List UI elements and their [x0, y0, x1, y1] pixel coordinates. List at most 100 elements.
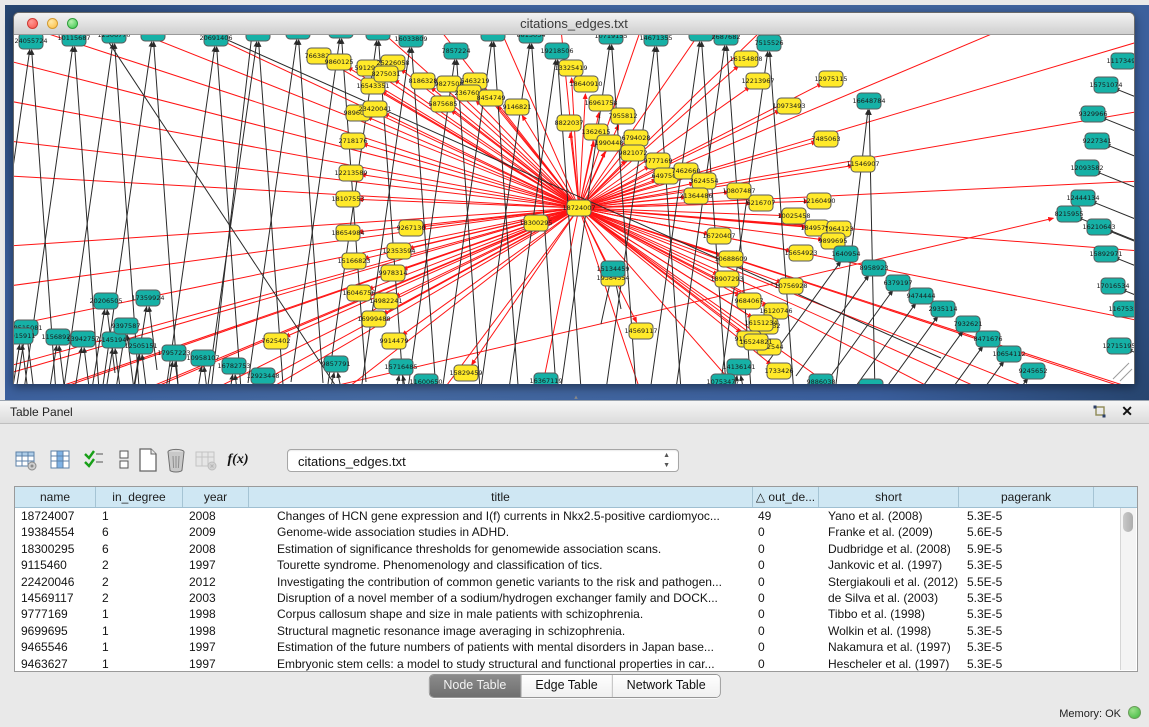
graph-node[interactable]: 9474444 [907, 288, 936, 304]
graph-node[interactable]: 14671355 [639, 35, 672, 46]
cell-outde[interactable]: 0 [753, 623, 819, 639]
memory-status-indicator[interactable] [1128, 706, 1141, 719]
cell-title[interactable]: Investigating the contribution of common… [249, 574, 753, 590]
column-header-indegree[interactable]: in_degree [96, 487, 183, 507]
graph-edge[interactable] [579, 208, 1134, 384]
column-header-year[interactable]: year [183, 487, 249, 507]
cell-short[interactable]: Wolkin et al. (1998) [819, 623, 959, 639]
close-panel-icon[interactable]: ✕ [1121, 403, 1133, 420]
graph-edge[interactable] [299, 40, 323, 383]
graph-node[interactable]: 20691406 [199, 35, 232, 46]
graph-node[interactable]: 9146821 [503, 99, 532, 115]
graph-node[interactable]: 18300295 [519, 215, 552, 231]
cell-pagerank[interactable]: 5.3E-5 [959, 639, 1094, 655]
graph-node[interactable]: 8466160 [479, 35, 508, 41]
graph-node[interactable]: 12444134 [1066, 190, 1099, 206]
graph-node[interactable]: 9914479 [380, 333, 409, 349]
cell-year[interactable]: 1997 [183, 557, 249, 573]
graph-node[interactable]: 10655287 [324, 35, 357, 38]
graph-edge[interactable] [14, 35, 579, 208]
vertical-scrollbar[interactable] [1120, 508, 1136, 670]
cell-year[interactable]: 2008 [183, 508, 249, 524]
graph-node[interactable]: 6379197 [884, 275, 913, 291]
table-row[interactable]: 1938455462009Genome-wide association stu… [15, 524, 1137, 540]
column-header-short[interactable]: short [819, 487, 959, 507]
graph-node[interactable]: 9245652 [1019, 363, 1048, 379]
graph-node[interactable]: 10973493 [772, 98, 805, 114]
graph-node[interactable]: 7857224 [442, 43, 471, 59]
graph-node[interactable]: 7485063 [812, 131, 841, 147]
cell-title[interactable]: Changes of HCN gene expression and I(f) … [249, 508, 753, 524]
graph-node[interactable]: 11546907 [846, 156, 879, 172]
network-canvas[interactable]: 7663822986012559129541654335198960112342… [14, 35, 1134, 384]
cell-indegree[interactable]: 1 [96, 623, 183, 639]
cell-name[interactable]: 9463627 [15, 656, 96, 672]
graph-node[interactable]: 12505151 [124, 338, 157, 354]
cell-outde[interactable]: 0 [753, 541, 819, 557]
graph-node[interactable]: 12506770 [97, 35, 130, 43]
cell-indegree[interactable]: 2 [96, 590, 183, 606]
graph-node[interactable]: 15166823 [337, 253, 370, 269]
graph-node[interactable]: 11600650 [409, 374, 442, 384]
graph-node[interactable]: 13942757 [66, 331, 99, 347]
graph-node[interactable]: 2935114 [929, 301, 958, 317]
graph-node[interactable]: 17016534 [1096, 278, 1129, 294]
table-row[interactable]: 1872400712008Changes of HCN gene express… [15, 508, 1137, 524]
graph-node[interactable]: 13325419 [554, 60, 587, 76]
cell-title[interactable]: Structural magnetic resonance image aver… [249, 623, 753, 639]
column-header-outde[interactable]: △ out_de... [753, 487, 819, 507]
cell-title[interactable]: Corpus callosum shape and size in male p… [249, 606, 753, 622]
cell-name[interactable]: 19384554 [15, 524, 96, 540]
graph-edge[interactable] [100, 349, 113, 384]
cell-indegree[interactable]: 2 [96, 557, 183, 573]
graph-node[interactable]: 11173497 [1106, 53, 1134, 69]
cell-pagerank[interactable]: 5.3E-5 [959, 606, 1094, 622]
graph-node[interactable]: 8958923 [860, 260, 889, 276]
graph-edge[interactable] [59, 346, 67, 384]
graph-edge[interactable] [403, 376, 409, 384]
cell-title[interactable]: Estimation of the future numbers of pati… [249, 639, 753, 655]
network-graph[interactable]: 7663822986012559129541654335198960112342… [14, 35, 1134, 384]
cell-year[interactable]: 2008 [183, 541, 249, 557]
cell-outde[interactable]: 0 [753, 639, 819, 655]
cell-indegree[interactable]: 2 [96, 574, 183, 590]
graph-node[interactable]: 14982241 [369, 293, 402, 309]
graph-edge[interactable] [389, 376, 399, 384]
scrollbar-thumb[interactable] [1123, 512, 1133, 532]
graph-node[interactable]: 18039035 [136, 35, 169, 41]
graph-node[interactable]: 12353594 [382, 243, 415, 259]
function-builder-icon[interactable]: f(x) [224, 446, 252, 474]
graph-edge[interactable] [541, 208, 579, 384]
graph-node[interactable]: 9329966 [1079, 106, 1108, 122]
network-window-titlebar[interactable]: citations_edges.txt [14, 13, 1134, 35]
cell-short[interactable]: Franke et al. (2009) [819, 524, 959, 540]
cell-year[interactable]: 1998 [183, 606, 249, 622]
graph-edge[interactable] [579, 208, 1134, 384]
graph-node[interactable]: 12715195 [1102, 338, 1134, 354]
table-row[interactable]: 946554611997Estimation of the future num… [15, 639, 1137, 655]
cell-short[interactable]: de Silva et al. (2003) [819, 590, 959, 606]
cell-indegree[interactable]: 1 [96, 639, 183, 655]
graph-edge[interactable] [211, 35, 253, 384]
graph-edge[interactable] [189, 367, 202, 384]
graph-node[interactable]: 16210643 [1082, 219, 1115, 235]
graph-node[interactable]: 12213589 [334, 165, 367, 181]
graph-node[interactable]: 10688609 [714, 251, 747, 267]
table-row[interactable]: 977716911998Corpus callosum shape and si… [15, 606, 1137, 622]
graph-node[interactable]: 12923448 [246, 368, 279, 384]
cell-pagerank[interactable]: 5.5E-5 [959, 574, 1094, 590]
graph-node[interactable]: 12160490 [802, 193, 835, 209]
graph-node[interactable]: 16720407 [702, 228, 735, 244]
graph-node[interactable]: 6794028 [622, 130, 651, 146]
graph-edge[interactable] [579, 208, 1134, 384]
cell-outde[interactable]: 0 [753, 557, 819, 573]
graph-node[interactable]: 20057379 [281, 35, 314, 39]
graph-node[interactable]: 18907293 [710, 271, 743, 287]
cell-title[interactable]: Tourette syndrome. Phenomenology and cla… [249, 557, 753, 573]
graph-node[interactable]: 16524821 [739, 334, 772, 350]
graph-node[interactable]: 20206505 [89, 293, 122, 309]
graph-node[interactable]: 23420041 [358, 101, 391, 117]
delete-rows-icon[interactable] [162, 446, 190, 474]
graph-edge[interactable] [869, 110, 875, 384]
table-row[interactable]: 911546021997Tourette syndrome. Phenomeno… [15, 557, 1137, 573]
